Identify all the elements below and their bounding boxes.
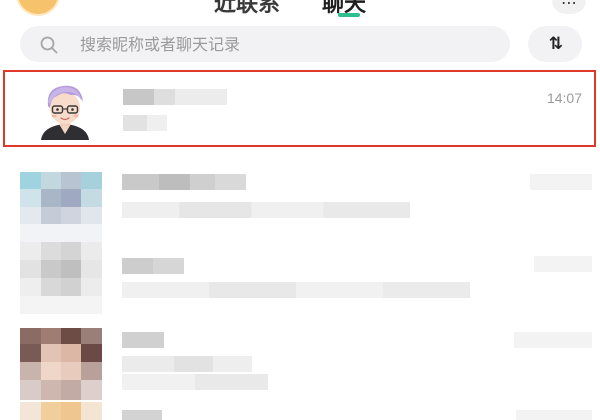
active-tab-indicator (338, 13, 360, 17)
sort-button[interactable]: ⇅ (528, 26, 582, 62)
search-input[interactable] (80, 26, 500, 62)
conversation-time-redacted (534, 256, 592, 272)
avatar (41, 85, 89, 140)
message-preview-redacted (122, 202, 410, 218)
contact-name-redacted (122, 174, 246, 190)
contact-name-redacted (122, 332, 164, 348)
chat-list-page: 近联系 聊天 ⋯ ⇅ (0, 0, 600, 420)
contact-name-redacted (122, 410, 162, 420)
conversation-item-highlighted[interactable]: 14:07 (3, 70, 596, 147)
more-button[interactable]: ⋯ (552, 0, 586, 14)
avatar-pixelated (20, 242, 102, 314)
conversation-time-redacted (516, 410, 592, 420)
avatar-pixelated (20, 172, 102, 244)
message-preview-redacted (122, 356, 252, 372)
user-avatar[interactable] (16, 0, 60, 16)
tab-recent[interactable]: 近联系 (214, 0, 280, 17)
search-icon (40, 36, 58, 54)
avatar-pixelated (20, 328, 102, 400)
conversation-time-redacted (530, 174, 592, 190)
conversation-item[interactable] (0, 236, 600, 316)
contact-name-redacted (123, 89, 227, 105)
message-preview-redacted (122, 282, 470, 298)
more-icon: ⋯ (561, 0, 577, 12)
conversation-item[interactable] (0, 318, 600, 400)
message-preview-redacted (123, 115, 167, 131)
sort-icon: ⇅ (548, 34, 563, 54)
contact-name-redacted (122, 258, 184, 274)
message-preview-redacted (122, 374, 268, 390)
conversation-item[interactable] (0, 158, 600, 244)
top-bar: 近联系 聊天 ⋯ (0, 0, 600, 22)
conversation-item[interactable] (0, 396, 600, 420)
avatar-pixelated (20, 402, 102, 420)
conversation-time: 14:07 (546, 90, 582, 106)
conversation-time-redacted (514, 332, 592, 348)
search-bar[interactable] (20, 26, 510, 62)
